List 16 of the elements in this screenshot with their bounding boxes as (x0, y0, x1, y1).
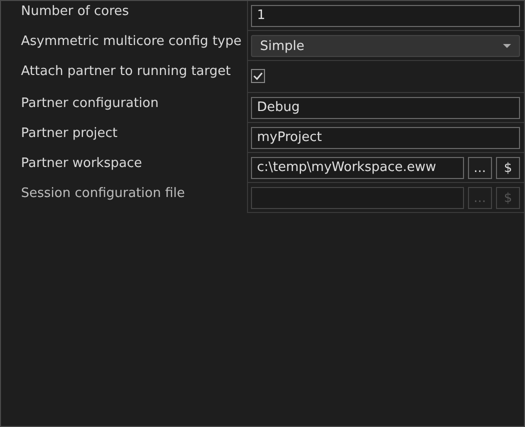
property-label: Partner workspace (20, 155, 143, 173)
path-field[interactable]: c:\temp\myWorkspace.eww (251, 157, 464, 179)
text-field[interactable]: 1 (251, 5, 520, 27)
property-label: Session configuration file (20, 185, 186, 203)
property-label: Attach partner to running target (20, 63, 232, 81)
property-label: Number of cores (20, 3, 130, 21)
dropdown[interactable]: Simple (251, 35, 520, 57)
property-label: Asymmetric multicore config type (20, 33, 242, 51)
property-label: Partner project (20, 125, 118, 143)
caret-icon (503, 44, 511, 48)
macro-button[interactable]: $ (496, 157, 520, 179)
text-field[interactable]: myProject (251, 127, 520, 149)
browse-button[interactable]: ... (468, 157, 492, 179)
text-field[interactable]: Debug (251, 97, 520, 119)
checkbox[interactable] (251, 69, 265, 83)
property-label: Partner configuration (20, 95, 160, 113)
